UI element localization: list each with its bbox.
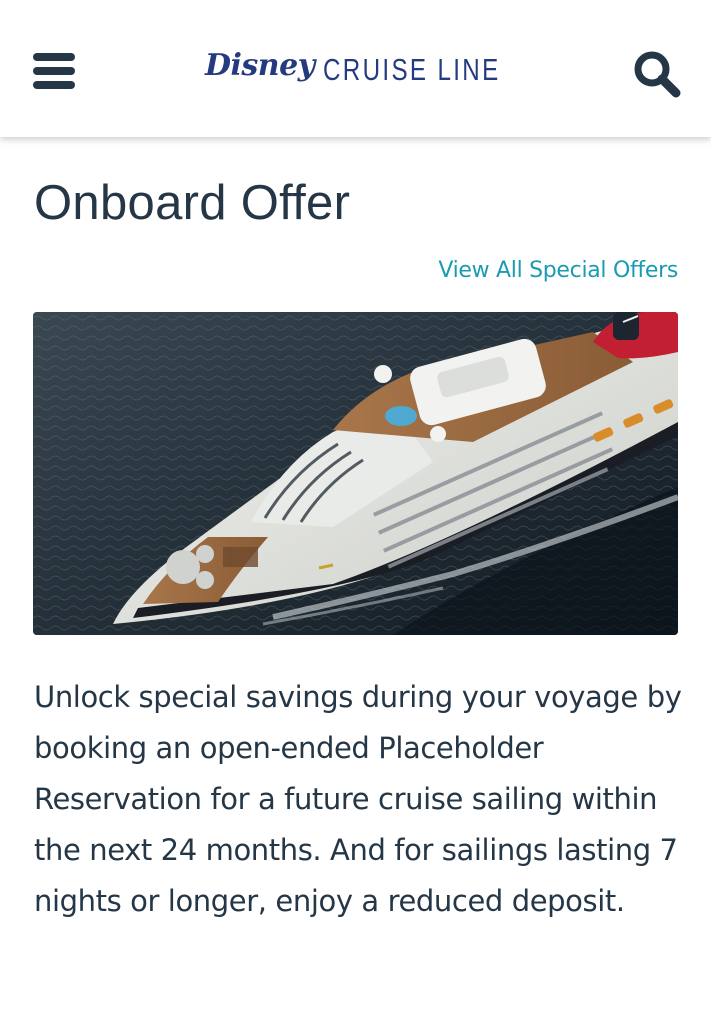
search-icon[interactable] <box>632 49 682 99</box>
page-title: Onboard Offer <box>34 176 351 230</box>
disney-cruise-line-logo[interactable]: Disney CRUISE LINE <box>205 44 510 96</box>
view-all-special-offers-link[interactable]: View All Special Offers <box>438 258 678 283</box>
logo-line: CRUISE LINE <box>323 52 501 87</box>
hamburger-menu-icon[interactable] <box>33 53 77 93</box>
logo-script: Disney <box>205 48 315 83</box>
cruise-ship-hero-image <box>33 312 678 635</box>
offer-description: Unlock special savings during your voyag… <box>34 680 682 918</box>
site-header: Disney CRUISE LINE <box>0 0 711 137</box>
